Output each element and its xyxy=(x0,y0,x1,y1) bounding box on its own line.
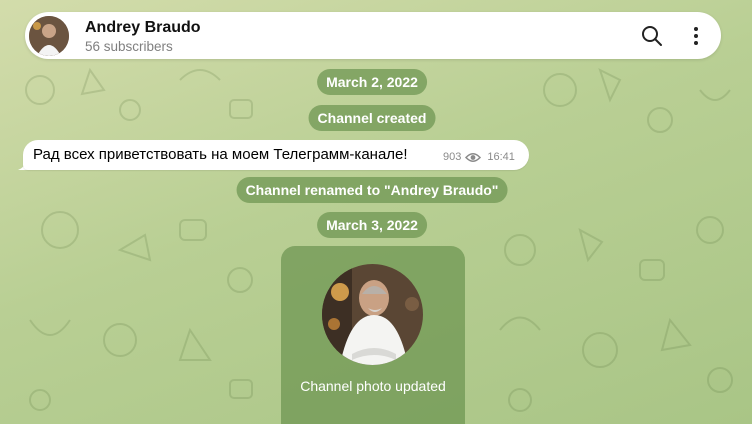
service-message-renamed: Channel renamed to "Andrey Braudo" xyxy=(236,177,508,203)
channel-avatar-image xyxy=(29,16,69,56)
channel-photo[interactable] xyxy=(322,264,423,365)
channel-title: Andrey Braudo xyxy=(85,19,201,36)
service-photo-updated[interactable]: Channel photo updated xyxy=(281,246,465,424)
message-meta: 903 16:41 xyxy=(443,151,515,163)
channel-message[interactable]: Рад всех приветствовать на моем Телеграм… xyxy=(23,140,529,170)
service-message-created: Channel created xyxy=(308,105,436,131)
channel-photo-image xyxy=(322,264,423,365)
photo-updated-caption: Channel photo updated xyxy=(300,378,446,394)
chat-header[interactable]: Andrey Braudo 56 subscribers xyxy=(25,12,721,59)
date-divider: March 3, 2022 xyxy=(317,212,427,238)
eye-icon xyxy=(465,152,482,162)
search-icon xyxy=(642,26,662,46)
message-time: 16:41 xyxy=(487,151,515,163)
more-vertical-icon xyxy=(694,27,698,45)
message-text: Рад всех приветствовать на моем Телеграм… xyxy=(33,146,408,163)
search-button[interactable] xyxy=(639,23,665,49)
more-options-button[interactable] xyxy=(683,23,709,49)
view-count: 903 xyxy=(443,151,462,163)
subscriber-count: 56 subscribers xyxy=(85,39,173,54)
channel-avatar[interactable] xyxy=(29,16,69,56)
date-divider: March 2, 2022 xyxy=(317,69,427,95)
